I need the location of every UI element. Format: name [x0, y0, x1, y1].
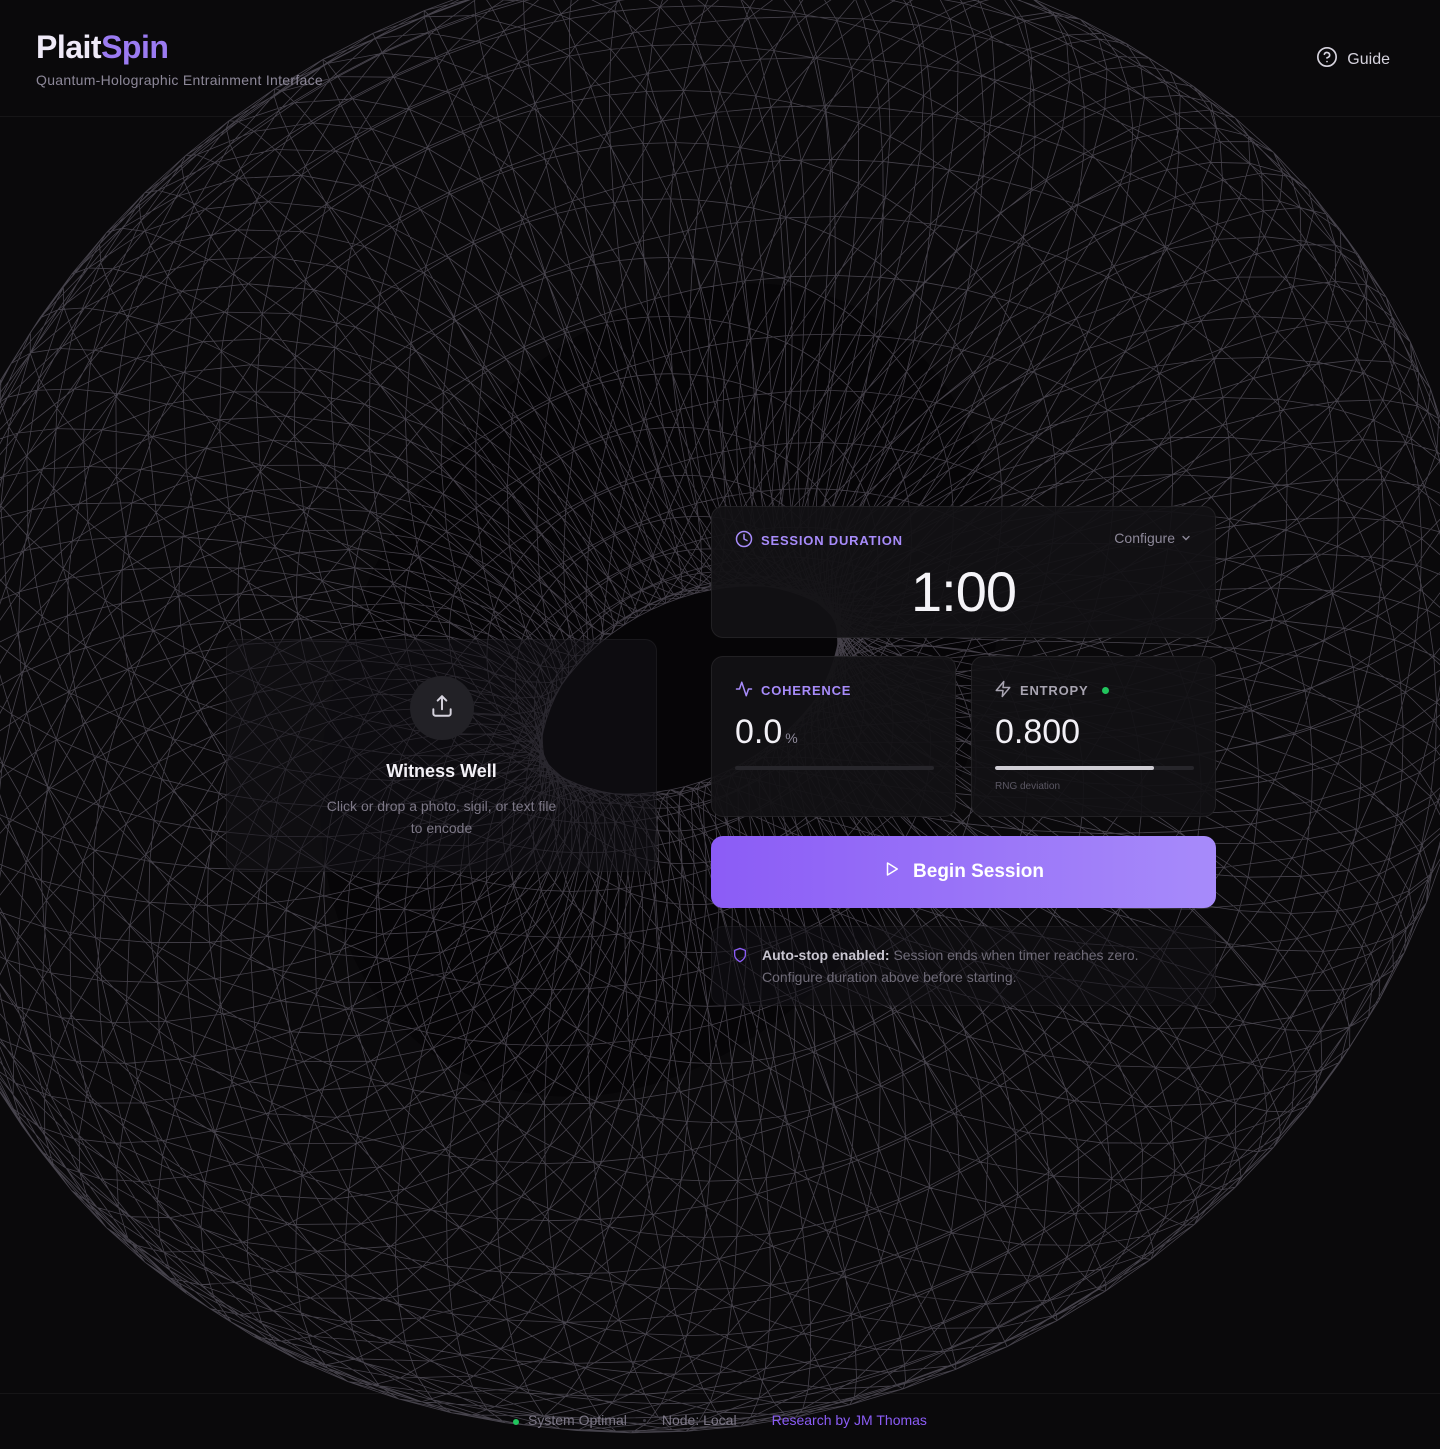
- system-status: System Optimal: [513, 1412, 627, 1428]
- help-circle-icon: [1316, 46, 1338, 73]
- session-duration-label: SESSION DURATION: [735, 530, 903, 551]
- play-icon: [883, 860, 901, 884]
- app-tagline: Quantum-Holographic Entrainment Interfac…: [36, 72, 323, 88]
- entropy-label: ENTROPY: [994, 680, 1110, 701]
- begin-session-label: Begin Session: [913, 861, 1044, 882]
- entropy-note: RNG deviation: [995, 781, 1061, 792]
- entropy-bar-fill: [995, 766, 1155, 770]
- header-divider: [0, 116, 1440, 117]
- coherence-value: 0.0%: [735, 713, 798, 751]
- app-logo: PlaitSpin: [36, 29, 169, 65]
- witness-well-title: Witness Well: [386, 761, 497, 781]
- configure-dropdown[interactable]: Configure: [1114, 530, 1191, 546]
- auto-stop-text: Auto-stop enabled: Session ends when tim…: [762, 947, 1139, 985]
- zap-icon: [994, 680, 1012, 701]
- coherence-label: COHERENCE: [735, 680, 851, 701]
- brand: PlaitSpin Quantum-Holographic Entrainmen…: [36, 28, 323, 88]
- session-duration-card: SESSION DURATION Configure 1:00: [711, 506, 1216, 638]
- witness-well-description: Click or drop a photo, sigil, or text fi…: [326, 798, 557, 836]
- upload-icon: [429, 693, 455, 724]
- status-dot: [513, 1419, 520, 1425]
- coherence-card: COHERENCE 0.0%: [711, 656, 956, 817]
- witness-well-dropzone[interactable]: Witness Well Click or drop a photo, sigi…: [226, 639, 657, 872]
- activity-icon: [735, 680, 753, 701]
- node-info: Node: Local: [661, 1412, 737, 1428]
- entropy-value: 0.800: [995, 713, 1081, 751]
- upload-button[interactable]: [409, 676, 474, 740]
- coherence-bar: [735, 766, 934, 770]
- footer-separator: [642, 1418, 646, 1422]
- footer-divider: [0, 1393, 1440, 1394]
- footer: System Optimal Node: Local Research by J…: [0, 1412, 1440, 1428]
- chevron-down-icon: [1181, 530, 1191, 546]
- guide-label: Guide: [1347, 50, 1390, 68]
- research-credit-link[interactable]: Research by JM Thomas: [772, 1412, 927, 1428]
- footer-separator: [752, 1418, 756, 1422]
- session-timer: 1:00: [911, 560, 1017, 623]
- entropy-bar: [995, 766, 1194, 770]
- entropy-status-dot: [1102, 687, 1110, 694]
- auto-stop-notice: Auto-stop enabled: Session ends when tim…: [711, 926, 1216, 1006]
- begin-session-button[interactable]: Begin Session: [711, 836, 1216, 908]
- clock-icon: [735, 530, 753, 551]
- guide-button[interactable]: Guide: [1316, 46, 1390, 73]
- entropy-card: ENTROPY 0.800 RNG deviation: [971, 656, 1216, 817]
